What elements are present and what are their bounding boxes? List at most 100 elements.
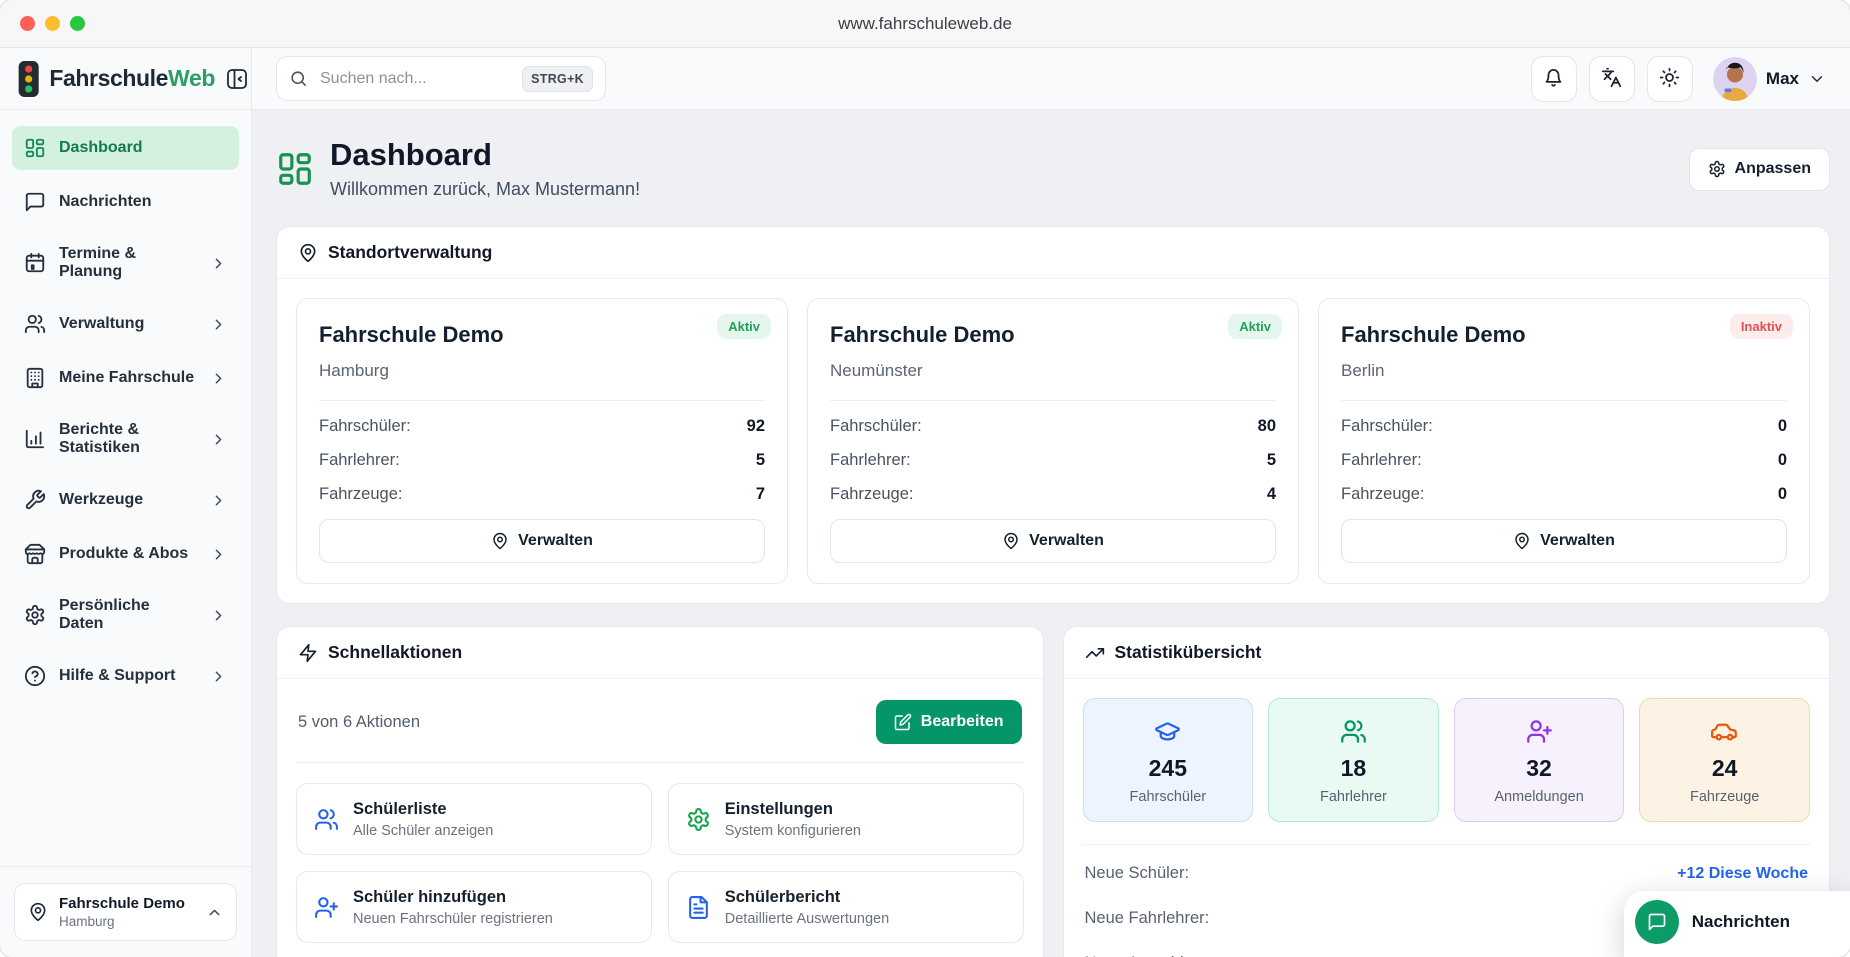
- chevron-right-icon: [210, 255, 227, 272]
- top-header: STRG+K Max: [252, 48, 1850, 110]
- app-window: www.fahrschuleweb.de FahrschuleWeb Dashb…: [0, 0, 1850, 957]
- chevron-right-icon: [210, 431, 227, 448]
- panel-collapse-icon[interactable]: [223, 65, 251, 93]
- close-window-button[interactable]: [20, 16, 35, 31]
- sidebar-item-label: Termine & Planung: [59, 245, 197, 281]
- location-stat-row: Fahrlehrer:5: [319, 451, 765, 470]
- quick-action-text: SchülerlisteAlle Schüler anzeigen: [353, 800, 493, 839]
- location-stat-label: Fahrlehrer:: [830, 451, 911, 470]
- sidebar-item-label: Hilfe & Support: [59, 667, 175, 685]
- location-city: Neumünster: [830, 361, 1276, 381]
- chevron-right-icon: [210, 546, 227, 563]
- sidebar-footer: Fahrschule Demo Hamburg: [0, 866, 251, 957]
- sidebar-item-berichte-statistiken[interactable]: Berichte & Statistiken: [12, 410, 239, 468]
- map-pin-gear-icon: [1002, 532, 1020, 550]
- store-icon: [24, 543, 46, 565]
- page-subtitle: Willkommen zurück, Max Mustermann!: [330, 179, 640, 200]
- stat-trend-row: Neue Schüler:+12 Diese Woche: [1083, 851, 1811, 896]
- user-name: Max: [1766, 69, 1799, 89]
- location-stat-value: 5: [756, 451, 765, 470]
- quick-actions-count: 5 von 6 Aktionen: [298, 713, 420, 732]
- user-menu[interactable]: Max: [1713, 57, 1826, 101]
- manage-button-label: Verwalten: [1540, 532, 1615, 550]
- sidebar-brand: FahrschuleWeb: [0, 48, 251, 110]
- chevron-up-icon: [206, 904, 223, 921]
- location-stat-value: 92: [747, 417, 765, 436]
- edit-button[interactable]: Bearbeiten: [876, 700, 1022, 744]
- quick-action-title: Schülerbericht: [725, 888, 889, 907]
- page-title: Dashboard: [330, 138, 640, 172]
- quick-action-sch-lerliste[interactable]: SchülerlisteAlle Schüler anzeigen: [296, 783, 652, 855]
- sidebar-nav: Dashboard Nachrichten Termine & Planung Ver…: [0, 110, 251, 866]
- location-stat-row: Fahrzeuge:4: [830, 485, 1276, 504]
- building-icon: [24, 367, 46, 389]
- sidebar-item-label: Verwaltung: [59, 315, 144, 333]
- sidebar-item-meine-fahrschule[interactable]: Meine Fahrschule: [12, 356, 239, 400]
- quick-action-einstellungen[interactable]: EinstellungenSystem konfigurieren: [668, 783, 1024, 855]
- statistics-section-title: Statistikübersicht: [1115, 642, 1262, 663]
- manage-button[interactable]: Verwalten: [319, 519, 765, 563]
- quick-action-text: SchülerberichtDetaillierte Auswertungen: [725, 888, 889, 927]
- help-circle-icon: [24, 665, 46, 687]
- file-text-icon: [686, 895, 711, 920]
- chevron-right-icon: [210, 316, 227, 333]
- location-stat-value: 5: [1267, 451, 1276, 470]
- sidebar-item-termine-planung[interactable]: Termine & Planung: [12, 234, 239, 292]
- chat-bubble-icon: [1635, 900, 1679, 944]
- car-icon: [1646, 718, 1803, 745]
- bar-chart-icon: [24, 428, 46, 450]
- stat-card-fahrsch-ler: 245Fahrschüler: [1083, 698, 1254, 822]
- sun-button[interactable]: [1647, 56, 1693, 102]
- location-card: AktivFahrschule DemoHamburgFahrschüler:9…: [296, 298, 788, 584]
- translate-icon: [1601, 67, 1622, 91]
- translate-button[interactable]: [1589, 56, 1635, 102]
- quick-action-text: EinstellungenSystem konfigurieren: [725, 800, 861, 839]
- manage-button[interactable]: Verwalten: [830, 519, 1276, 563]
- sidebar-item-dashboard[interactable]: Dashboard: [12, 126, 239, 170]
- locations-section-title: Standortverwaltung: [328, 242, 492, 263]
- manage-button-label: Verwalten: [1029, 532, 1104, 550]
- location-stat-row: Fahrlehrer: 5: [830, 451, 1276, 470]
- location-stat-row: Fahrzeuge:7: [319, 485, 765, 504]
- manage-button[interactable]: Verwalten: [1341, 519, 1787, 563]
- location-stat-value: 0: [1778, 417, 1787, 436]
- location-stat-row: Fahrschüler:80: [830, 417, 1276, 436]
- search-input[interactable]: [318, 69, 512, 89]
- location-stat-row: Fahrschüler:92: [319, 417, 765, 436]
- gear-icon: [24, 604, 46, 626]
- school-selector[interactable]: Fahrschule Demo Hamburg: [14, 883, 237, 941]
- location-stat-row: Fahrschüler:0: [1341, 417, 1787, 436]
- pencil-square-icon: [894, 713, 912, 731]
- bell-button[interactable]: [1531, 56, 1577, 102]
- quick-action-title: Schüler hinzufügen: [353, 888, 553, 907]
- header-actions: [1531, 56, 1693, 102]
- sidebar-item-verwaltung[interactable]: Verwaltung: [12, 302, 239, 346]
- maximize-window-button[interactable]: [70, 16, 85, 31]
- search-bar[interactable]: STRG+K: [276, 56, 606, 101]
- quick-action-sch-lerbericht[interactable]: SchülerberichtDetaillierte Auswertungen: [668, 871, 1024, 943]
- stat-card-grid: 245Fahrschüler18Fahrlehrer32Anmeldungen2…: [1083, 698, 1811, 822]
- location-stat-row: Fahrzeuge:0: [1341, 485, 1787, 504]
- sidebar-item-werkzeuge[interactable]: Werkzeuge: [12, 478, 239, 522]
- sidebar-item-nachrichten[interactable]: Nachrichten: [12, 180, 239, 224]
- zap-icon: [298, 643, 318, 663]
- map-pin-gear-icon: [298, 243, 318, 263]
- sidebar-item-pers-nliche-daten[interactable]: Persönliche Daten: [12, 586, 239, 644]
- stat-value: 18: [1275, 755, 1432, 782]
- map-pin-gear-icon: [1513, 532, 1531, 550]
- sidebar-item-hilfe-support[interactable]: Hilfe & Support: [12, 654, 239, 698]
- status-badge: Aktiv: [717, 314, 771, 339]
- locations-section: Standortverwaltung AktivFahrschule DemoH…: [276, 226, 1830, 604]
- sidebar-item-produkte-abos[interactable]: Produkte & Abos: [12, 532, 239, 576]
- location-stat-label: Fahrzeuge:: [319, 485, 402, 504]
- stat-trend-label: Neue Schüler:: [1085, 864, 1190, 883]
- quick-action-sch-ler-hinzuf-gen[interactable]: Schüler hinzufügenNeuen Fahrschüler regi…: [296, 871, 652, 943]
- gear-icon: [686, 807, 711, 832]
- user-plus-icon: [314, 895, 339, 920]
- quick-actions-grid: SchülerlisteAlle Schüler anzeigen Einstel…: [296, 783, 1024, 957]
- customize-button[interactable]: Anpassen: [1689, 148, 1830, 191]
- stat-label: Fahrschüler: [1090, 789, 1247, 805]
- minimize-window-button[interactable]: [45, 16, 60, 31]
- graduation-cap-icon: [1090, 718, 1247, 745]
- messages-fab[interactable]: Nachrichten: [1624, 891, 1850, 957]
